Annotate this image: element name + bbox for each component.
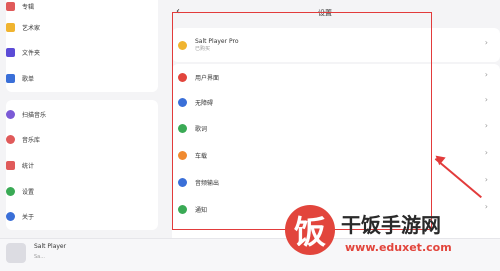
- sidebar-item-albums[interactable]: 专辑: [6, 0, 34, 16]
- watermark: 饭 干饭手游网 www.eduxet.com: [285, 205, 495, 265]
- scan-icon: [6, 109, 15, 119]
- info-icon: [6, 211, 15, 221]
- sidebar-item-about[interactable]: 关于: [6, 206, 34, 226]
- chevron-right-icon: ›: [484, 121, 488, 130]
- playlist-icon: [6, 73, 15, 83]
- chevron-right-icon: ›: [484, 38, 488, 47]
- sidebar-item-label: 艺术家: [22, 24, 41, 32]
- sidebar-item-scan[interactable]: 扫描音乐: [6, 104, 46, 124]
- chevron-right-icon: ›: [484, 148, 488, 157]
- sidebar-item-playlists[interactable]: 歌单: [6, 68, 34, 88]
- folder-icon: [6, 47, 15, 57]
- sidebar-item-label: 专辑: [22, 3, 35, 11]
- chevron-right-icon: ›: [484, 95, 488, 104]
- sidebar-item-label: 文件夹: [22, 49, 41, 57]
- stats-icon: [6, 160, 15, 170]
- sidebar-item-folders[interactable]: 文件夹: [6, 42, 40, 62]
- watermark-url: www.eduxet.com: [345, 241, 452, 254]
- sidebar-item-label: 音乐库: [22, 136, 41, 144]
- sidebar-item-label: 设置: [22, 188, 35, 196]
- sidebar: 专辑 艺术家 文件夹 歌单 扫描音乐 音乐库 统计 设置 关于: [0, 0, 158, 238]
- sidebar-item-artists[interactable]: 艺术家: [6, 17, 40, 37]
- album-icon: [6, 1, 15, 11]
- pen-icon: [6, 22, 15, 32]
- sidebar-item-label: 歌单: [22, 75, 35, 83]
- library-icon: [6, 134, 15, 144]
- highlight-box: [172, 12, 432, 230]
- chevron-right-icon: ›: [484, 70, 488, 79]
- album-art: [6, 243, 26, 263]
- sidebar-item-label: 统计: [22, 162, 35, 170]
- sidebar-item-label: 扫描音乐: [22, 111, 47, 119]
- sidebar-item-label: 关于: [22, 213, 35, 221]
- player-title: Salt Player: [34, 243, 67, 250]
- watermark-text: 干饭手游网: [341, 213, 441, 237]
- sidebar-item-stats[interactable]: 统计: [6, 155, 34, 175]
- chevron-right-icon: ›: [484, 175, 488, 184]
- watermark-logo: 饭: [285, 205, 335, 255]
- gear-icon: [6, 186, 15, 196]
- sidebar-item-settings[interactable]: 设置: [6, 181, 34, 201]
- sidebar-item-library[interactable]: 音乐库: [6, 129, 40, 149]
- player-subtitle: Sa...: [34, 254, 46, 260]
